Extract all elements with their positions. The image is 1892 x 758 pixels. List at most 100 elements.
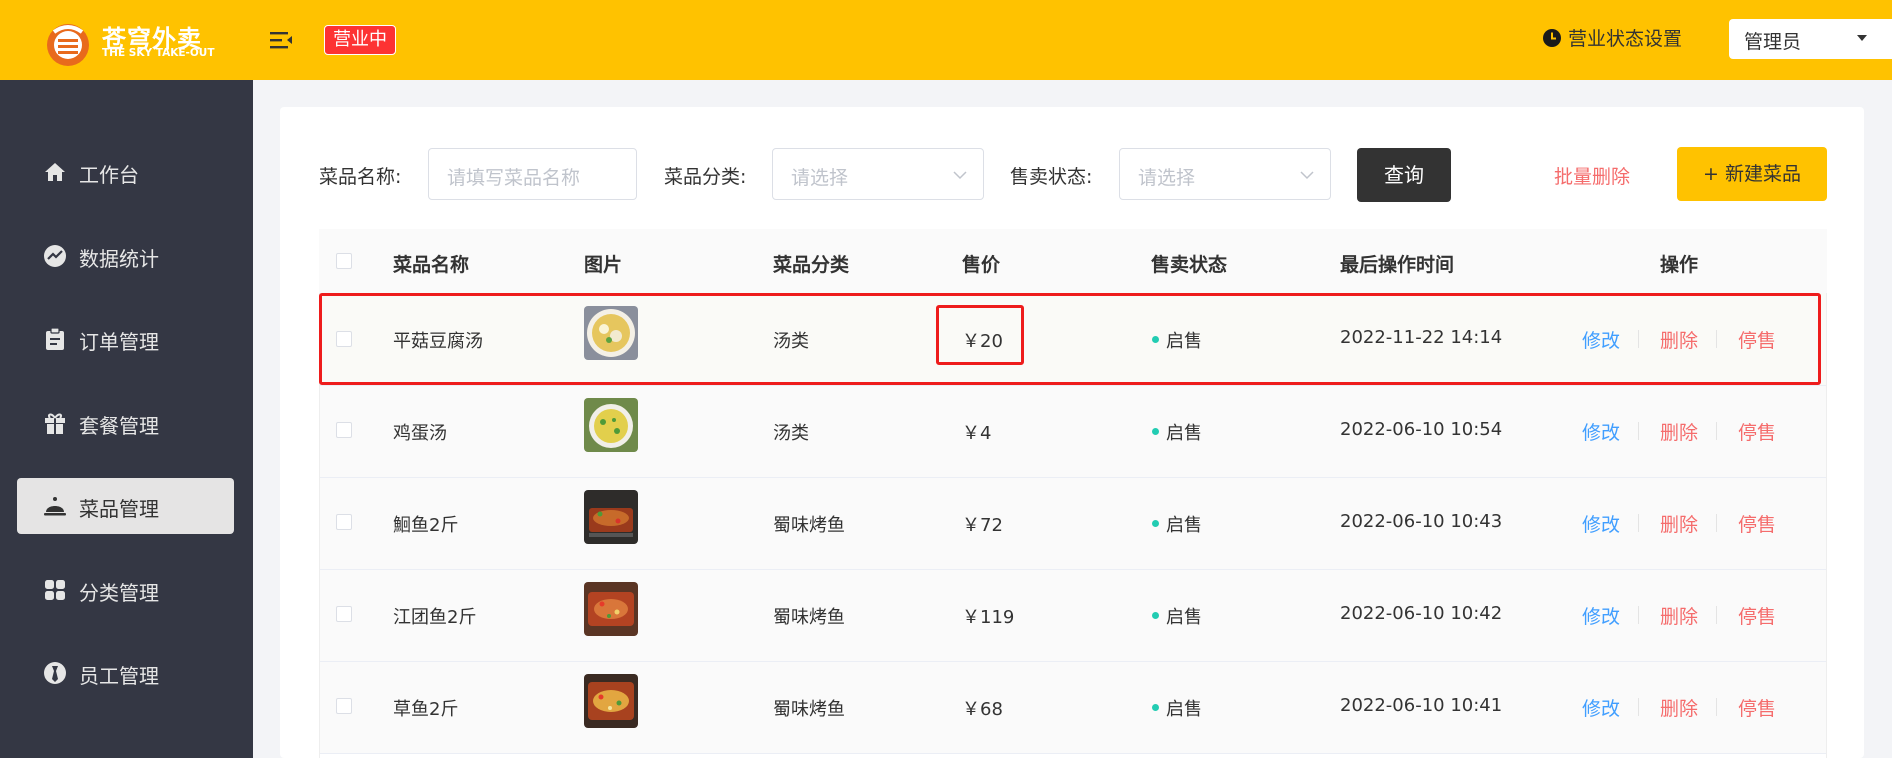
last-updated-time: 2022-06-10 10:42 — [1340, 603, 1503, 624]
column-header-image: 图片 — [584, 254, 623, 276]
sidebar-item-label: 员工管理 — [79, 664, 159, 688]
row-checkbox[interactable] — [336, 422, 352, 438]
select-all-checkbox[interactable] — [336, 253, 352, 269]
delete-button[interactable]: 删除 — [1660, 602, 1698, 629]
column-header-actions: 操作 — [1660, 254, 1699, 276]
sidebar-item-categories[interactable]: 分类管理 — [17, 562, 234, 618]
action-separator — [1716, 698, 1717, 716]
employee-icon — [44, 662, 66, 684]
sidebar-item-employees[interactable]: 员工管理 — [17, 645, 234, 701]
dish-price: ￥4 — [962, 423, 992, 444]
column-header-status: 售卖状态 — [1151, 254, 1228, 276]
action-separator — [1638, 606, 1639, 624]
sidebar-item-label: 订单管理 — [79, 330, 159, 354]
sale-status: 启售 — [1166, 515, 1202, 536]
dish-name-placeholder: 请填写菜品名称 — [447, 167, 581, 189]
dish-name: 鸡蛋汤 — [393, 423, 447, 444]
dish-price: ￥72 — [962, 515, 1003, 536]
stop-sale-button[interactable]: 停售 — [1738, 418, 1776, 445]
delete-button[interactable]: 删除 — [1660, 418, 1698, 445]
action-separator — [1638, 422, 1639, 440]
user-dropdown[interactable]: 管理员 — [1729, 19, 1892, 59]
highlight-box-row — [319, 293, 1821, 385]
dish-name: 江团鱼2斤 — [393, 607, 477, 628]
status-dot — [1152, 520, 1159, 527]
business-status-setting-label: 营业状态设置 — [1568, 28, 1683, 50]
query-button[interactable]: 查询 — [1357, 148, 1451, 202]
delete-button[interactable]: 删除 — [1660, 510, 1698, 537]
sale-status-select[interactable]: 请选择 — [1119, 148, 1331, 200]
chevron-down-icon — [1300, 171, 1314, 180]
sidebar-item-label: 数据统计 — [79, 247, 159, 271]
row-checkbox[interactable] — [336, 514, 352, 530]
last-updated-time: 2022-06-10 10:43 — [1340, 511, 1503, 532]
edit-button[interactable]: 修改 — [1582, 694, 1620, 721]
dish-image-grilled-fish — [584, 674, 638, 728]
dish-name: 鮰鱼2斤 — [393, 515, 459, 536]
home-icon — [45, 163, 65, 181]
dish-image-grilled-fish — [584, 582, 638, 636]
clipboard-icon — [46, 327, 64, 350]
highlight-box-price — [936, 305, 1024, 365]
batch-delete-button[interactable]: 批量删除 — [1554, 162, 1630, 189]
sidebar-item-label: 菜品管理 — [79, 497, 159, 521]
sidebar-item-orders[interactable]: 订单管理 — [17, 311, 234, 367]
dish-image-grilled-fish — [584, 490, 638, 544]
dish-name: 草鱼2斤 — [393, 699, 459, 720]
dish-category: 汤类 — [773, 423, 809, 444]
status-dot — [1152, 428, 1159, 435]
dish-price: ￥119 — [962, 607, 1015, 628]
stop-sale-button[interactable]: 停售 — [1738, 510, 1776, 537]
row-checkbox[interactable] — [336, 698, 352, 714]
column-header-updated-time: 最后操作时间 — [1340, 254, 1455, 276]
app-logo: 苍穹外卖 THE SKY TAKE-OUT — [40, 16, 220, 66]
dish-price: ￥68 — [962, 699, 1003, 720]
dish-name-label: 菜品名称: — [319, 166, 402, 188]
sidebar-item-label: 分类管理 — [79, 581, 159, 605]
edit-button[interactable]: 修改 — [1582, 418, 1620, 445]
sale-status: 启售 — [1166, 423, 1202, 444]
gift-icon — [45, 413, 65, 434]
menu-fold-icon[interactable] — [268, 28, 296, 52]
stop-sale-button[interactable]: 停售 — [1738, 602, 1776, 629]
sidebar-item-workbench[interactable]: 工作台 — [17, 144, 234, 200]
sale-status: 启售 — [1166, 699, 1202, 720]
new-dish-button[interactable]: + 新建菜品 — [1677, 147, 1827, 201]
chart-icon — [44, 245, 66, 267]
sale-status: 启售 — [1166, 607, 1202, 628]
action-separator — [1716, 514, 1717, 532]
delete-button[interactable]: 删除 — [1660, 694, 1698, 721]
user-name: 管理员 — [1744, 31, 1802, 53]
stop-sale-button[interactable]: 停售 — [1738, 694, 1776, 721]
last-updated-time: 2022-06-10 10:41 — [1340, 695, 1503, 716]
row-checkbox[interactable] — [336, 606, 352, 622]
dish-category: 蜀味烤鱼 — [773, 699, 845, 720]
grid-icon — [45, 580, 65, 600]
logo-mark-icon — [47, 24, 89, 66]
row-divider — [320, 753, 1826, 754]
dish-name-input[interactable]: 请填写菜品名称 — [428, 148, 637, 200]
dish-category: 蜀味烤鱼 — [773, 515, 845, 536]
dish-image-egg-soup — [584, 398, 638, 452]
sidebar-item-setmeal[interactable]: 套餐管理 — [17, 395, 234, 451]
action-separator — [1716, 422, 1717, 440]
action-separator — [1638, 514, 1639, 532]
business-status-badge: 营业中 — [324, 25, 396, 55]
dish-category-select[interactable]: 请选择 — [772, 148, 984, 200]
edit-button[interactable]: 修改 — [1582, 510, 1620, 537]
last-updated-time: 2022-06-10 10:54 — [1340, 419, 1503, 440]
edit-button[interactable]: 修改 — [1582, 602, 1620, 629]
business-status-setting-button[interactable]: 营业状态设置 — [1542, 25, 1682, 53]
action-separator — [1638, 698, 1639, 716]
status-dot — [1152, 612, 1159, 619]
sale-status-placeholder: 请选择 — [1138, 167, 1196, 189]
dish-category: 蜀味烤鱼 — [773, 607, 845, 628]
clock-icon — [1543, 29, 1561, 47]
sidebar-item-statistics[interactable]: 数据统计 — [17, 228, 234, 284]
column-header-category: 菜品分类 — [773, 254, 850, 276]
sidebar-item-dishes[interactable]: 菜品管理 — [17, 478, 234, 534]
column-header-price: 售价 — [962, 254, 1001, 276]
table-header — [319, 229, 1827, 293]
chevron-down-icon — [953, 171, 967, 180]
sale-status-label: 售卖状态: — [1010, 166, 1093, 188]
